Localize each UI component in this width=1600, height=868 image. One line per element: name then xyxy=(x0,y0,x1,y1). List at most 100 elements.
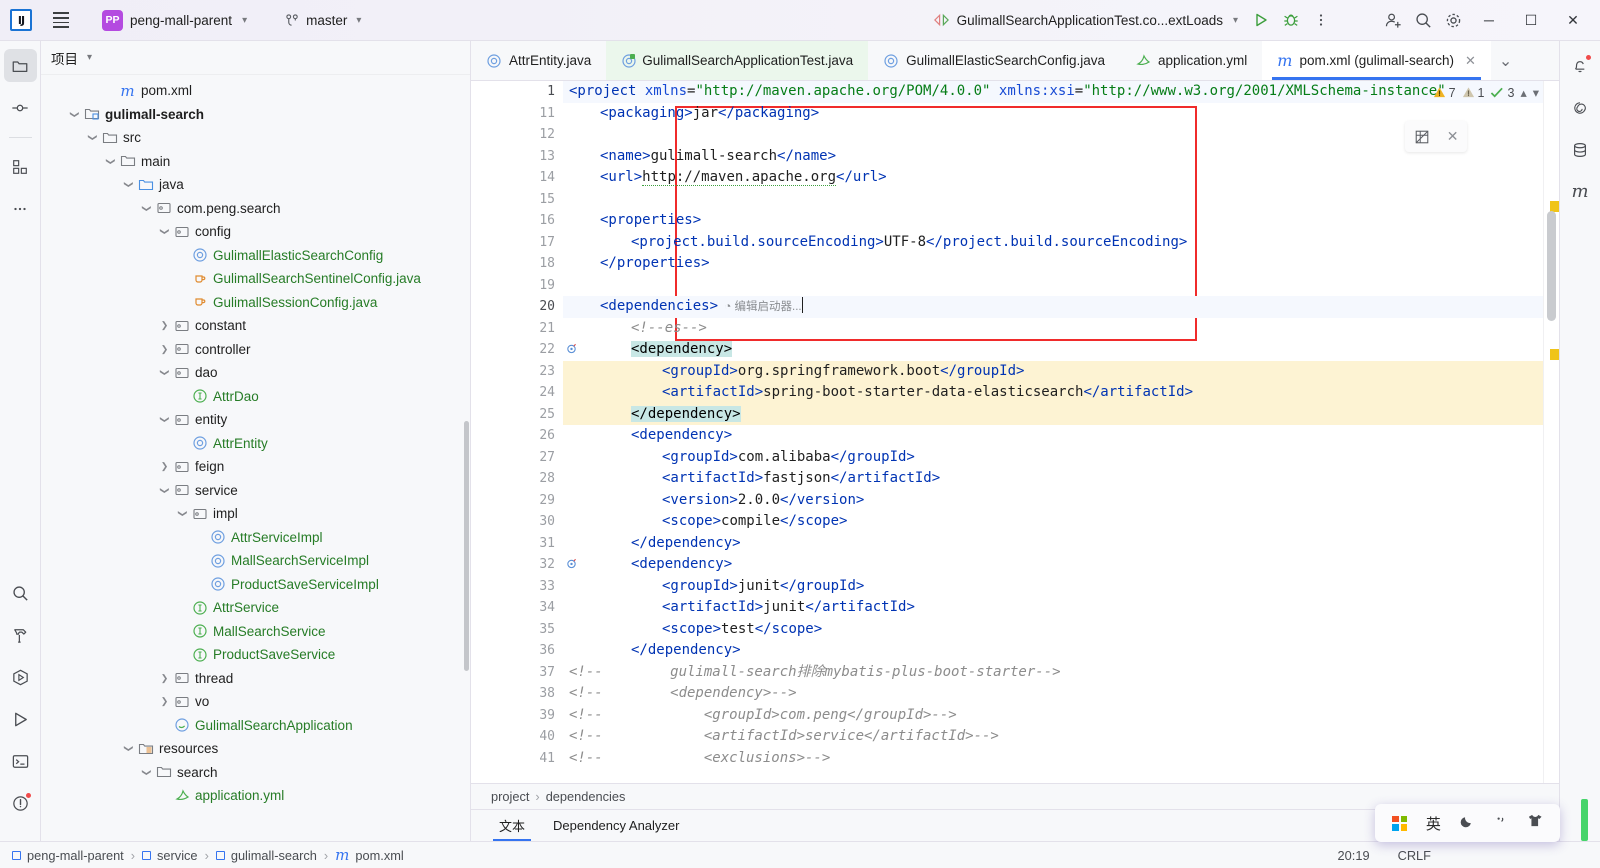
rail-services-button[interactable] xyxy=(4,661,37,694)
rail-run-button[interactable] xyxy=(4,703,37,736)
tree-node[interactable]: ❯ search xyxy=(41,761,470,785)
status-breadcrumb[interactable]: peng-mall-parent › service › gulimall-search… xyxy=(12,846,404,864)
code-line[interactable] xyxy=(563,275,1543,297)
rail-terminal-button[interactable] xyxy=(4,745,37,778)
chevron-up-icon[interactable]: ▴ xyxy=(1520,85,1526,100)
tree-node[interactable]: ❯ dao xyxy=(41,361,470,385)
chevron-right-icon[interactable]: ❯ xyxy=(157,344,172,355)
chevron-right-icon[interactable]: ❯ xyxy=(157,461,172,472)
window-minimize-button[interactable]: ─ xyxy=(1468,0,1510,41)
gutter-line[interactable]: 37 xyxy=(471,662,563,684)
editor-tab[interactable]: m pom.xml (gulimall-search) ✕ xyxy=(1262,41,1491,80)
rail-project-button[interactable] xyxy=(3,49,37,82)
invite-collaborator-button[interactable] xyxy=(1378,6,1408,34)
gutter-line[interactable]: 18 xyxy=(471,253,563,275)
tree-node[interactable]: AttrServiceImpl xyxy=(41,526,470,550)
tree-node[interactable]: m pom.xml xyxy=(41,79,470,103)
code-line[interactable]: <artifactId>spring-boot-starter-data-ela… xyxy=(563,382,1543,404)
gutter-line[interactable]: 40 xyxy=(471,726,563,748)
editor-tab[interactable]: AttrEntity.java xyxy=(471,41,606,80)
chevron-down-icon[interactable]: ❯ xyxy=(105,154,116,169)
tree-node[interactable]: ❯ gulimall-search xyxy=(41,103,470,127)
close-icon[interactable]: ✕ xyxy=(1447,128,1459,145)
editor-tab[interactable]: application.yml xyxy=(1120,41,1262,80)
gutter-line[interactable]: 28 xyxy=(471,468,563,490)
gutter-line[interactable]: 34 xyxy=(471,597,563,619)
project-selector[interactable]: PP peng-mall-parent ▾ xyxy=(94,7,255,34)
debug-button[interactable] xyxy=(1276,6,1306,34)
code-line[interactable]: <properties> xyxy=(563,210,1543,232)
code-line[interactable]: <!-- <groupId>com.peng</groupId>--> xyxy=(563,705,1543,727)
code-line[interactable]: <artifactId>junit</artifactId> xyxy=(563,597,1543,619)
breadcrumb-item[interactable]: project xyxy=(491,789,529,804)
code-line[interactable]: <dependencies> ◔ 编辑启动器... xyxy=(563,296,1543,318)
tree-node[interactable]: ❯ entity xyxy=(41,408,470,432)
chevron-down-icon[interactable]: ❯ xyxy=(141,765,152,780)
code-line[interactable]: <!-- <artifactId>service</artifactId>--> xyxy=(563,726,1543,748)
tree-node[interactable]: ProductSaveServiceImpl xyxy=(41,573,470,597)
gutter-line[interactable]: 12 xyxy=(471,124,563,146)
search-everywhere-button[interactable] xyxy=(1408,6,1438,34)
gutter-line[interactable]: 23 xyxy=(471,361,563,383)
reformat-icon[interactable] xyxy=(1414,129,1430,145)
tree-node[interactable]: ❯ service xyxy=(41,479,470,503)
shirt-icon[interactable] xyxy=(1527,813,1543,833)
rail-structure-button[interactable] xyxy=(4,150,37,183)
tree-node[interactable]: GulimallElasticSearchConfig xyxy=(41,244,470,268)
gutter-line[interactable]: 11 xyxy=(471,103,563,125)
more-actions-button[interactable] xyxy=(1306,6,1336,34)
editor-scrollbar[interactable] xyxy=(1543,81,1559,783)
project-tree[interactable]: m pom.xml ❯ gulimall-search ❯ src ❯ main ❯ java ❯ c… xyxy=(41,75,470,841)
gutter-line[interactable]: 33 xyxy=(471,576,563,598)
editor-tabs-overflow-button[interactable]: ⌄ xyxy=(1491,41,1520,80)
gutter-line[interactable]: 16 xyxy=(471,210,563,232)
code-line[interactable]: </dependency> xyxy=(563,403,1543,425)
tree-node[interactable]: application.yml xyxy=(41,784,470,808)
gutter-line[interactable]: 26 xyxy=(471,425,563,447)
chevron-right-icon[interactable]: ❯ xyxy=(157,320,172,331)
main-menu-hamburger-icon[interactable] xyxy=(44,7,78,33)
rail-more-button[interactable] xyxy=(4,192,37,225)
gutter-line[interactable]: 24 xyxy=(471,382,563,404)
editor-tab-close-icon[interactable]: ✕ xyxy=(1465,53,1476,69)
code-line[interactable]: <project.build.sourceEncoding>UTF-8</pro… xyxy=(563,232,1543,254)
tree-node[interactable]: ❯ main xyxy=(41,150,470,174)
rail-ai-assistant-button[interactable] xyxy=(1564,91,1597,124)
rail-search-button[interactable] xyxy=(4,577,37,610)
code-line[interactable]: <url>http://maven.apache.org</url> xyxy=(563,167,1543,189)
code-line[interactable]: </dependency> xyxy=(563,640,1543,662)
code-line[interactable]: <name>gulimall-search</name> xyxy=(563,146,1543,168)
tree-node[interactable]: ❯ resources xyxy=(41,737,470,761)
tree-node[interactable]: GulimallSearchApplication xyxy=(41,714,470,738)
chevron-right-icon[interactable]: ❯ xyxy=(157,673,172,684)
chevron-down-icon[interactable]: ❯ xyxy=(141,201,152,216)
breadcrumb-item[interactable]: dependencies xyxy=(546,789,626,804)
code-line[interactable]: <!--es--> xyxy=(563,318,1543,340)
tree-node[interactable]: GulimallSessionConfig.java xyxy=(41,291,470,315)
gutter-line[interactable]: 29 xyxy=(471,490,563,512)
tree-node[interactable]: AttrService xyxy=(41,596,470,620)
gutter-line[interactable]: 39 xyxy=(471,705,563,727)
editor-bottom-tab[interactable]: 文本 xyxy=(485,810,539,841)
gutter-line[interactable]: 30 xyxy=(471,511,563,533)
editor-gutter[interactable]: 1 11 12 13 14 15 16 17 18 19 20 21 22 23 24 25 26 27 28 29 3… xyxy=(471,81,576,783)
tree-node[interactable]: AttrEntity xyxy=(41,432,470,456)
rail-problems-button[interactable] xyxy=(4,787,37,820)
gutter-line[interactable]: 32 xyxy=(471,554,576,576)
tree-node[interactable]: ❯ impl xyxy=(41,502,470,526)
gutter-line[interactable]: 22 xyxy=(471,339,576,361)
ime-lang-label[interactable]: 英 xyxy=(1426,813,1441,834)
run-button[interactable] xyxy=(1246,6,1276,34)
code-line[interactable]: <scope>compile</scope> xyxy=(563,511,1543,533)
chevron-right-icon[interactable]: ❯ xyxy=(157,696,172,707)
status-breadcrumb-item[interactable]: m pom.xml xyxy=(335,846,404,864)
rail-commit-button[interactable] xyxy=(4,91,37,124)
ime-popup[interactable]: 英 xyxy=(1375,804,1560,842)
editor-tab[interactable]: GulimallElasticSearchConfig.java xyxy=(868,41,1120,80)
code-line[interactable]: <groupId>com.alibaba</groupId> xyxy=(563,447,1543,469)
comma-icon[interactable] xyxy=(1493,813,1508,833)
tree-node[interactable]: MallSearchService xyxy=(41,620,470,644)
code-line[interactable]: <packaging>jar</packaging> xyxy=(563,103,1543,125)
caret-position-label[interactable]: 20:19 xyxy=(1338,848,1370,863)
code-line[interactable]: <version>2.0.0</version> xyxy=(563,490,1543,512)
